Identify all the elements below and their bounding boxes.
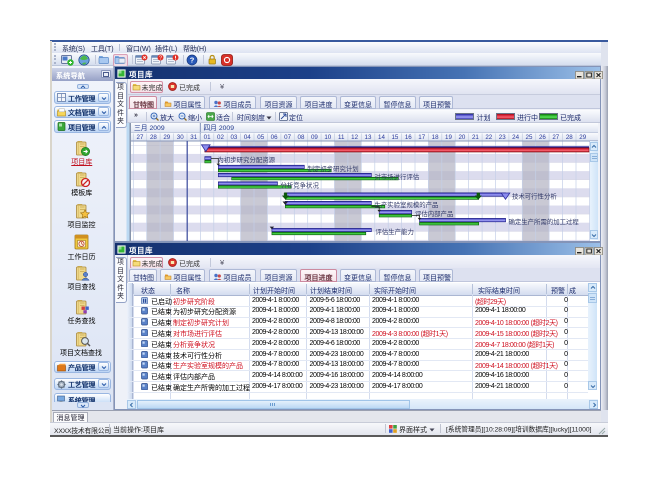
svg-text:07: 07	[284, 134, 291, 141]
svg-text:28: 28	[566, 134, 573, 141]
svg-text:06: 06	[271, 134, 278, 141]
svg-text:生产实验室规模的产品: 生产实验室规模的产品	[375, 200, 439, 209]
svg-text:27: 27	[137, 134, 144, 141]
svg-text:31: 31	[190, 134, 197, 141]
svg-text:25: 25	[526, 134, 533, 141]
svg-text:28: 28	[150, 134, 157, 141]
svg-text:分析竞争状况: 分析竞争状况	[281, 180, 320, 189]
svg-text:20: 20	[458, 134, 465, 141]
svg-text:21: 21	[472, 134, 479, 141]
svg-text:18: 18	[432, 134, 439, 141]
svg-text:16: 16	[405, 134, 412, 141]
svg-text:23: 23	[499, 134, 506, 141]
svg-text:05: 05	[257, 134, 264, 141]
svg-text:03: 03	[230, 134, 237, 141]
svg-text:14: 14	[378, 134, 385, 141]
svg-text:三月 2009: 三月 2009	[134, 124, 165, 132]
svg-text:08: 08	[298, 134, 305, 141]
svg-text:26: 26	[539, 134, 546, 141]
svg-text:?: ?	[159, 56, 162, 62]
svg-text:评估生产能力: 评估生产能力	[376, 227, 414, 236]
svg-text:15: 15	[391, 134, 398, 141]
svg-text:29: 29	[163, 134, 170, 141]
svg-text:09: 09	[311, 134, 318, 141]
svg-text:02: 02	[217, 134, 224, 141]
svg-text:19: 19	[445, 134, 452, 141]
svg-text:22: 22	[485, 134, 492, 141]
svg-text:11: 11	[338, 134, 345, 141]
svg-text:对市场进行评估: 对市场进行评估	[375, 172, 420, 181]
svg-text:30: 30	[177, 134, 184, 141]
svg-text:17: 17	[418, 134, 425, 141]
svg-text:四月 2009: 四月 2009	[203, 124, 234, 132]
svg-text:27: 27	[552, 134, 559, 141]
svg-text:29: 29	[579, 134, 586, 141]
svg-text:确定生产所需的加工过程: 确定生产所需的加工过程	[509, 217, 580, 226]
svg-text:为初步研究分配资源: 为初步研究分配资源	[218, 155, 276, 164]
svg-text:13: 13	[365, 134, 372, 141]
svg-text:技术可行性分析: 技术可行性分析	[512, 192, 557, 201]
svg-text:评估内部产品: 评估内部产品	[415, 209, 453, 218]
svg-text:10: 10	[324, 134, 331, 141]
svg-text:24: 24	[512, 134, 519, 141]
svg-text:04: 04	[244, 134, 251, 141]
svg-text:制定初步研究计划: 制定初步研究计划	[308, 164, 359, 173]
svg-text:12: 12	[351, 134, 358, 141]
svg-text:01: 01	[204, 134, 211, 141]
svg-text:?: ?	[190, 56, 195, 65]
